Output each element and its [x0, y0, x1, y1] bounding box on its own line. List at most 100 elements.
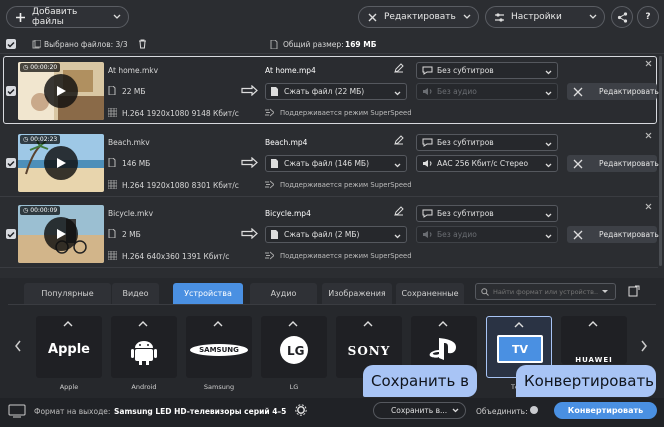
merge-label: Объединить: — [476, 407, 528, 416]
close-icon[interactable] — [645, 203, 652, 210]
lightning-icon — [265, 108, 274, 117]
compress-file-icon — [271, 159, 278, 168]
edit-file-button[interactable]: Редактировать — [567, 155, 659, 172]
add-files-button[interactable]: Добавить файлы — [6, 6, 129, 28]
duration-badge: ◷ 00:00:20 — [20, 63, 61, 72]
subtitles-dropdown[interactable]: Без субтитров — [416, 134, 558, 151]
compress-label: Сжать файл (22 МБ) — [284, 87, 365, 96]
duration-badge: ◷ 00:00:09 — [20, 206, 61, 215]
audio-label: AAC 256 Кбит/с Стерео — [437, 159, 529, 168]
edit-toolbar-label: Редактировать — [384, 12, 456, 22]
tab-popular[interactable]: Популярные — [24, 283, 111, 304]
source-file-size: 146 МБ — [122, 159, 151, 168]
edit-file-button[interactable]: Редактировать — [567, 83, 659, 100]
device-tile[interactable]: SAMSUNG — [186, 316, 252, 378]
svg-text:LG: LG — [287, 344, 305, 358]
source-file-name: Beach.mkv — [108, 138, 150, 147]
device-logo-text: HUAWEI — [575, 356, 613, 364]
scroll-left-arrow[interactable] — [14, 340, 22, 352]
tab-video[interactable]: Видео — [112, 283, 159, 304]
play-icon[interactable] — [44, 146, 78, 180]
file-row[interactable]: ◷ 00:00:09 Bicycle.mkv 2 МБ H.264 640x360… — [0, 199, 664, 268]
settings-button[interactable]: Настройки — [485, 6, 605, 28]
video-thumbnail[interactable]: ◷ 00:02:23 — [18, 134, 104, 192]
chevron-down-icon — [113, 14, 121, 20]
convert-button[interactable]: Конвертировать — [554, 402, 657, 419]
scroll-right-arrow[interactable] — [640, 340, 648, 352]
speaker-icon — [422, 230, 433, 239]
duration-badge: ◷ 00:02:23 — [20, 135, 61, 144]
edit-toolbar-button[interactable]: Редактировать — [358, 6, 479, 28]
file-checkbox[interactable] — [6, 158, 16, 168]
chevron-down-icon — [545, 68, 552, 77]
chevron-up-icon[interactable] — [213, 320, 223, 329]
trash-icon[interactable] — [138, 39, 147, 49]
video-thumbnail[interactable]: ◷ 00:00:09 — [18, 205, 104, 263]
subtitles-dropdown[interactable]: Без субтитров — [416, 62, 558, 79]
settings-label: Настройки — [511, 12, 562, 22]
format-search[interactable] — [475, 283, 616, 300]
add-format-icon[interactable] — [628, 285, 640, 297]
compress-dropdown[interactable]: Сжать файл (2 МБ) — [265, 226, 407, 243]
subtitles-dropdown[interactable]: Без субтитров — [416, 205, 558, 222]
superspeed-note: Поддерживается режим SuperSpeed — [280, 109, 412, 117]
file-row[interactable]: ◷ 00:02:23 Beach.mkv 146 МБ H.264 1920x10… — [0, 128, 664, 197]
device-tile[interactable]: LG — [261, 316, 327, 378]
pencil-icon[interactable] — [394, 206, 404, 216]
convert-button-label: Конвертировать — [567, 406, 644, 415]
edit-file-button[interactable]: Редактировать — [567, 226, 659, 243]
lightning-icon — [265, 180, 274, 189]
play-icon[interactable] — [44, 74, 78, 108]
chevron-down-icon[interactable] — [602, 289, 608, 294]
video-thumbnail[interactable]: ◷ 00:00:20 — [18, 62, 104, 120]
format-search-input[interactable] — [493, 287, 598, 296]
subtitles-label: Без субтитров — [437, 66, 494, 75]
chevron-up-icon[interactable] — [438, 320, 448, 329]
clock-icon: ◷ — [23, 207, 29, 214]
device-tile[interactable]: Apple — [36, 316, 102, 378]
output-settings-gear-icon[interactable] — [295, 404, 307, 416]
duration: 00:02:23 — [30, 136, 58, 143]
select-all-checkbox[interactable] — [6, 39, 16, 49]
chevron-up-icon[interactable] — [514, 321, 524, 330]
pencil-icon[interactable] — [394, 63, 404, 73]
speech-bubble-icon — [422, 209, 433, 218]
convert-arrow-icon — [241, 85, 258, 96]
chevron-up-icon[interactable] — [63, 320, 73, 329]
play-icon[interactable] — [44, 217, 78, 251]
close-icon[interactable] — [645, 60, 652, 67]
chevron-up-icon[interactable] — [288, 320, 298, 329]
chevron-up-icon[interactable] — [588, 320, 598, 329]
chevron-down-icon — [545, 89, 552, 98]
help-icon: ? — [645, 12, 651, 22]
audio-dropdown[interactable]: Без аудио — [416, 226, 558, 243]
audio-dropdown[interactable]: AAC 256 Кбит/с Стерео — [416, 155, 558, 172]
file-checkbox[interactable] — [6, 229, 16, 239]
compress-dropdown[interactable]: Сжать файл (22 МБ) — [265, 83, 407, 100]
compress-dropdown[interactable]: Сжать файл (146 МБ) — [265, 155, 407, 172]
device-label: LG — [289, 383, 299, 391]
source-file-name: Bicycle.mkv — [108, 209, 154, 218]
tab-images[interactable]: Изображения — [322, 283, 392, 304]
chevron-up-icon[interactable] — [363, 320, 373, 329]
close-icon[interactable] — [645, 132, 652, 139]
selected-files-count: Выбрано файлов: 3/3 — [44, 40, 128, 49]
merge-toggle[interactable] — [530, 406, 538, 414]
file-row[interactable]: ◷ 00:00:20 At home.mkv 22 МБ H.264 1920x1… — [0, 56, 664, 124]
chevron-down-icon — [545, 232, 552, 241]
device-tile[interactable] — [111, 316, 177, 378]
file-list-scrollbar[interactable] — [659, 56, 662, 266]
device-tile[interactable]: HUAWEI — [561, 316, 627, 364]
tab-saved[interactable]: Сохраненные — [396, 283, 464, 304]
help-button[interactable]: ? — [637, 6, 659, 28]
device-logo-text: TV — [511, 342, 529, 356]
share-button[interactable] — [611, 6, 633, 28]
chevron-up-icon[interactable] — [138, 320, 148, 329]
audio-dropdown[interactable]: Без аудио — [416, 83, 558, 100]
tab-audio[interactable]: Аудио — [250, 283, 317, 304]
tab-devices[interactable]: Устройства — [173, 283, 243, 304]
save-to-dropdown[interactable]: Сохранить в... — [373, 402, 466, 419]
file-checkbox[interactable] — [6, 86, 16, 96]
pencil-icon[interactable] — [394, 135, 404, 145]
compress-file-icon — [271, 230, 278, 239]
